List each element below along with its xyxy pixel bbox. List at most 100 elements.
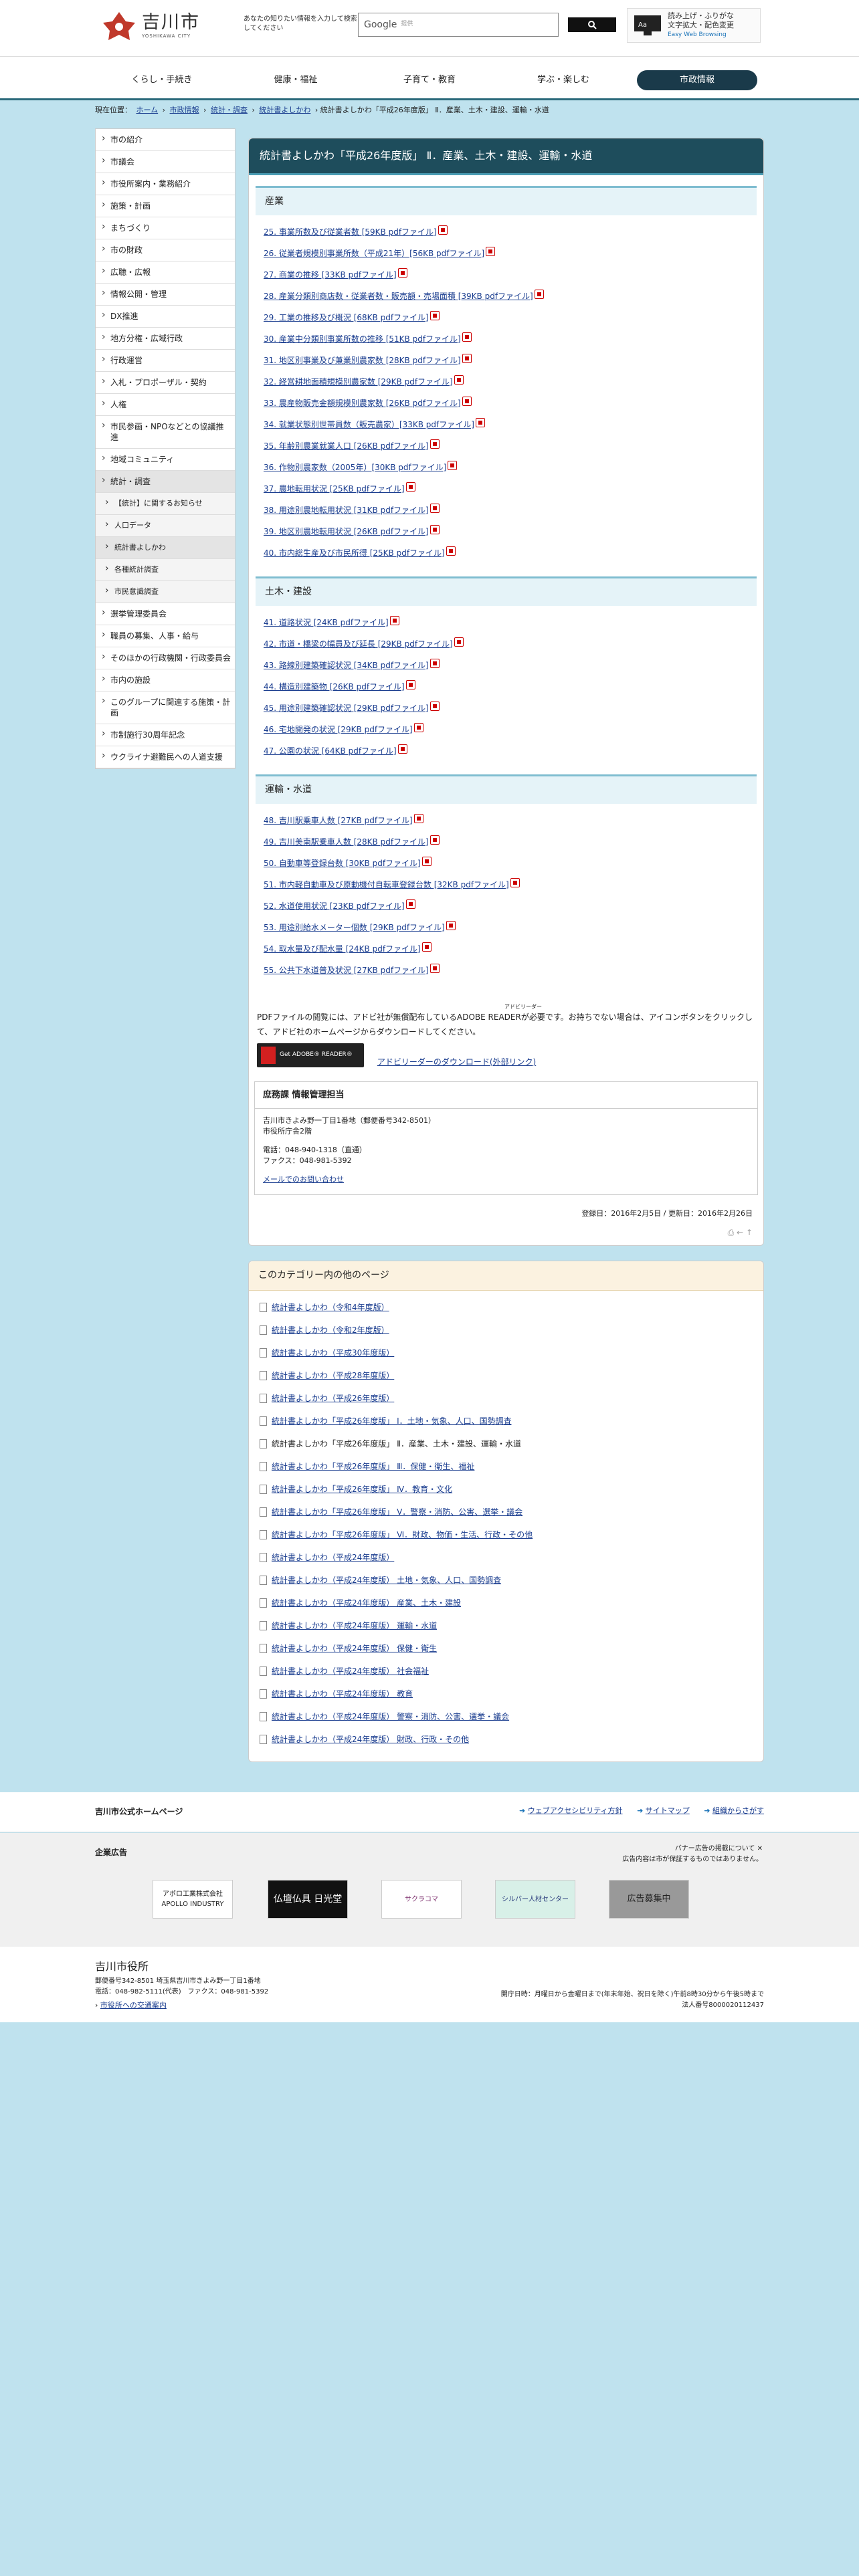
sidebar-item[interactable]: 統計書よしかわ: [96, 537, 235, 559]
other-page-link[interactable]: 統計書よしかわ（平成24年度版） 産業、土木・建設: [272, 1598, 461, 1608]
other-page-link[interactable]: 統計書よしかわ（平成28年度版）: [272, 1371, 394, 1380]
other-page-link[interactable]: 統計書よしかわ（令和2年度版）: [272, 1325, 389, 1335]
pdf-link[interactable]: 51. 市内軽自動車及び原動機付自転車登録台数 [32KB pdfファイル]: [264, 880, 509, 889]
pdf-link[interactable]: 40. 市内総生産及び市民所得 [25KB pdfファイル]: [264, 548, 445, 558]
sidebar-item[interactable]: 地域コミュニティ: [96, 449, 235, 471]
sidebar-item[interactable]: 選挙管理委員会: [96, 603, 235, 625]
pdf-link[interactable]: 29. 工業の推移及び概況 [68KB pdfファイル]: [264, 313, 429, 322]
sidebar-item[interactable]: 職員の募集、人事・給与: [96, 625, 235, 647]
sidebar-item[interactable]: 市内の施設: [96, 669, 235, 691]
pdf-link[interactable]: 55. 公共下水道普及状況 [27KB pdfファイル]: [264, 966, 429, 975]
page-top-icon[interactable]: ↑: [746, 1228, 753, 1237]
footer-link-org[interactable]: 組織からさがす: [712, 1806, 764, 1815]
sidebar-item[interactable]: 統計・調査: [96, 471, 235, 493]
pdf-link[interactable]: 30. 産業中分類別事業所数の推移 [51KB pdfファイル]: [264, 334, 461, 344]
sidebar-item[interactable]: 市民参画・NPOなどとの協議推進: [96, 416, 235, 449]
other-page-link[interactable]: 統計書よしかわ（令和4年度版）: [272, 1303, 389, 1312]
gnav-shisei[interactable]: 市政情報: [637, 70, 757, 90]
gnav-kosodate[interactable]: 子育て・教育: [369, 70, 490, 90]
other-page-link[interactable]: 統計書よしかわ（平成24年度版） 運輸・水道: [272, 1621, 437, 1630]
pdf-link[interactable]: 49. 吉川美南駅乗車人数 [28KB pdfファイル]: [264, 837, 429, 847]
sidebar-item[interactable]: ウクライナ避難民への人道支援: [96, 746, 235, 768]
sidebar-item[interactable]: このグループに関連する施策・計画: [96, 691, 235, 724]
ad-banner-apollo[interactable]: アポロ工業株式会社 APOLLO INDUSTRY: [153, 1880, 233, 1919]
other-page-link[interactable]: 統計書よしかわ（平成24年度版） 財政、行政・その他: [272, 1735, 469, 1744]
other-page-link[interactable]: 統計書よしかわ（平成24年度版） 土地・気象、人口、国勢調査: [272, 1576, 501, 1585]
sidebar-item[interactable]: 市議会: [96, 151, 235, 173]
other-page-link[interactable]: 統計書よしかわ「平成26年度版」 Ⅰ．土地・気象、人口、国勢調査: [272, 1416, 512, 1426]
pdf-link[interactable]: 44. 構造別建築物 [26KB pdfファイル]: [264, 682, 405, 691]
pdf-link[interactable]: 50. 自動車等登録台数 [30KB pdfファイル]: [264, 859, 421, 868]
pdf-link[interactable]: 39. 地区別農地転用状況 [26KB pdfファイル]: [264, 527, 429, 536]
sidebar-item[interactable]: まちづくり: [96, 217, 235, 239]
pdf-link[interactable]: 54. 取水量及び配水量 [24KB pdfファイル]: [264, 944, 421, 954]
gnav-manabu[interactable]: 学ぶ・楽しむ: [503, 70, 624, 90]
sidebar-item[interactable]: 市役所案内・業務紹介: [96, 173, 235, 195]
pdf-link[interactable]: 28. 産業分類別商店数・従業者数・販売額・売場面積 [39KB pdfファイル…: [264, 292, 533, 301]
adobe-download-link[interactable]: アドビリーダーのダウンロード(外部リンク): [377, 1057, 536, 1067]
print-icon[interactable]: ⎙: [728, 1228, 735, 1237]
pdf-link[interactable]: 53. 用途別給水メーター個数 [29KB pdfファイル]: [264, 923, 445, 932]
other-page-link[interactable]: 統計書よしかわ（平成24年度版） 教育: [272, 1689, 413, 1699]
sidebar-item[interactable]: 市の財政: [96, 239, 235, 261]
close-icon[interactable]: ✕: [757, 1845, 763, 1852]
ad-banner-silver[interactable]: シルバー人材センター: [495, 1880, 575, 1919]
sidebar-item[interactable]: 市民意識調査: [96, 581, 235, 603]
sidebar-item[interactable]: 広聴・広報: [96, 261, 235, 284]
pdf-link[interactable]: 27. 商業の推移 [33KB pdfファイル]: [264, 270, 397, 280]
sidebar-item[interactable]: そのほかの行政機関・行政委員会: [96, 647, 235, 669]
breadcrumb-link[interactable]: 統計書よしかわ: [259, 106, 310, 114]
get-adobe-reader-button[interactable]: Get ADOBE® READER®: [257, 1043, 364, 1067]
sidebar-item[interactable]: 施策・計画: [96, 195, 235, 217]
gnav-kurashi[interactable]: くらし・手続き: [102, 70, 222, 90]
back-icon[interactable]: ←: [737, 1228, 743, 1237]
search-button[interactable]: [568, 17, 616, 32]
sidebar-item[interactable]: 行政運営: [96, 350, 235, 372]
sidebar-item[interactable]: 情報公開・管理: [96, 284, 235, 306]
other-page-link[interactable]: 統計書よしかわ（平成24年度版） 社会福祉: [272, 1667, 429, 1676]
ad-banner-recruit[interactable]: 広告募集中: [609, 1880, 689, 1919]
footer-link-accessibility[interactable]: ウェブアクセシビリティ方針: [528, 1806, 623, 1815]
pdf-link[interactable]: 47. 公園の状況 [64KB pdfファイル]: [264, 746, 397, 756]
other-page-link[interactable]: 統計書よしかわ「平成26年度版」 Ⅵ．財政、物価・生活、行政・その他: [272, 1530, 533, 1539]
sidebar-item[interactable]: 【統計】に関するお知らせ: [96, 493, 235, 515]
sidebar-item[interactable]: 入札・プロポーザル・契約: [96, 372, 235, 394]
pdf-link[interactable]: 41. 道路状況 [24KB pdfファイル]: [264, 618, 389, 627]
breadcrumb-link[interactable]: ホーム: [136, 106, 159, 114]
other-page-link[interactable]: 統計書よしかわ「平成26年度版」 Ⅴ．警察・消防、公害、選挙・議会: [272, 1507, 522, 1517]
pdf-link[interactable]: 26. 従業者規模別事業所数（平成21年）[56KB pdfファイル]: [264, 249, 484, 258]
sidebar-item[interactable]: 市の紹介: [96, 129, 235, 151]
ad-note-link[interactable]: バナー広告の掲載について: [675, 1845, 755, 1852]
ad-banner-sakurakoma[interactable]: サクラコマ: [381, 1880, 462, 1919]
pdf-link[interactable]: 25. 事業所数及び従業者数 [59KB pdfファイル]: [264, 227, 437, 237]
pdf-link[interactable]: 31. 地区別事業及び兼業別農家数 [28KB pdfファイル]: [264, 356, 461, 365]
sidebar-item[interactable]: DX推進: [96, 306, 235, 328]
other-page-link[interactable]: 統計書よしかわ（平成24年度版） 保健・衛生: [272, 1644, 437, 1653]
pdf-link[interactable]: 52. 水道使用状況 [23KB pdfファイル]: [264, 901, 405, 911]
easy-browsing-button[interactable]: Aa 読み上げ・ふりがな 文字拡大・配色変更 Easy Web Browsing: [627, 8, 761, 43]
sidebar-item[interactable]: 地方分権・広域行政: [96, 328, 235, 350]
pdf-link[interactable]: 38. 用途別農地転用状況 [31KB pdfファイル]: [264, 506, 429, 515]
contact-mail-link[interactable]: メールでのお問い合わせ: [263, 1175, 344, 1184]
pdf-link[interactable]: 34. 就業状態別世帯員数（販売農家）[33KB pdfファイル]: [264, 420, 474, 429]
pdf-link[interactable]: 42. 市道・橋梁の幅員及び延長 [29KB pdfファイル]: [264, 639, 453, 649]
pdf-link[interactable]: 32. 経営耕地面積規模別農家数 [29KB pdfファイル]: [264, 377, 453, 387]
pdf-link[interactable]: 36. 作物別農家数（2005年）[30KB pdfファイル]: [264, 463, 446, 472]
footer-access-link[interactable]: 市役所への交通案内: [100, 2001, 167, 2010]
sidebar-item[interactable]: 各種統計調査: [96, 559, 235, 581]
other-page-link[interactable]: 統計書よしかわ「平成26年度版」 Ⅳ．教育・文化: [272, 1485, 452, 1494]
other-page-link[interactable]: 統計書よしかわ（平成26年度版）: [272, 1394, 394, 1403]
other-page-link[interactable]: 統計書よしかわ「平成26年度版」 Ⅲ．保健・衛生、福祉: [272, 1462, 474, 1471]
sidebar-item[interactable]: 人口データ: [96, 515, 235, 537]
other-page-link[interactable]: 統計書よしかわ（平成24年度版）: [272, 1553, 394, 1562]
pdf-link[interactable]: 45. 用途別建築確認状況 [29KB pdfファイル]: [264, 704, 429, 713]
gnav-kenko[interactable]: 健康・福祉: [235, 70, 356, 90]
other-page-link[interactable]: 統計書よしかわ（平成24年度版） 警察・消防、公害、選挙・議会: [272, 1712, 509, 1721]
pdf-link[interactable]: 35. 年齢別農業就業人口 [26KB pdfファイル]: [264, 441, 429, 451]
site-logo[interactable]: 吉川市 YOSHIKAWA CITY: [102, 11, 200, 41]
pdf-link[interactable]: 46. 宅地開発の状況 [29KB pdfファイル]: [264, 725, 413, 734]
footer-link-sitemap[interactable]: サイトマップ: [646, 1806, 690, 1815]
pdf-link[interactable]: 43. 路線別建築確認状況 [34KB pdfファイル]: [264, 661, 429, 670]
pdf-link[interactable]: 48. 吉川駅乗車人数 [27KB pdfファイル]: [264, 816, 413, 825]
sidebar-item[interactable]: 市制施行30周年記念: [96, 724, 235, 746]
